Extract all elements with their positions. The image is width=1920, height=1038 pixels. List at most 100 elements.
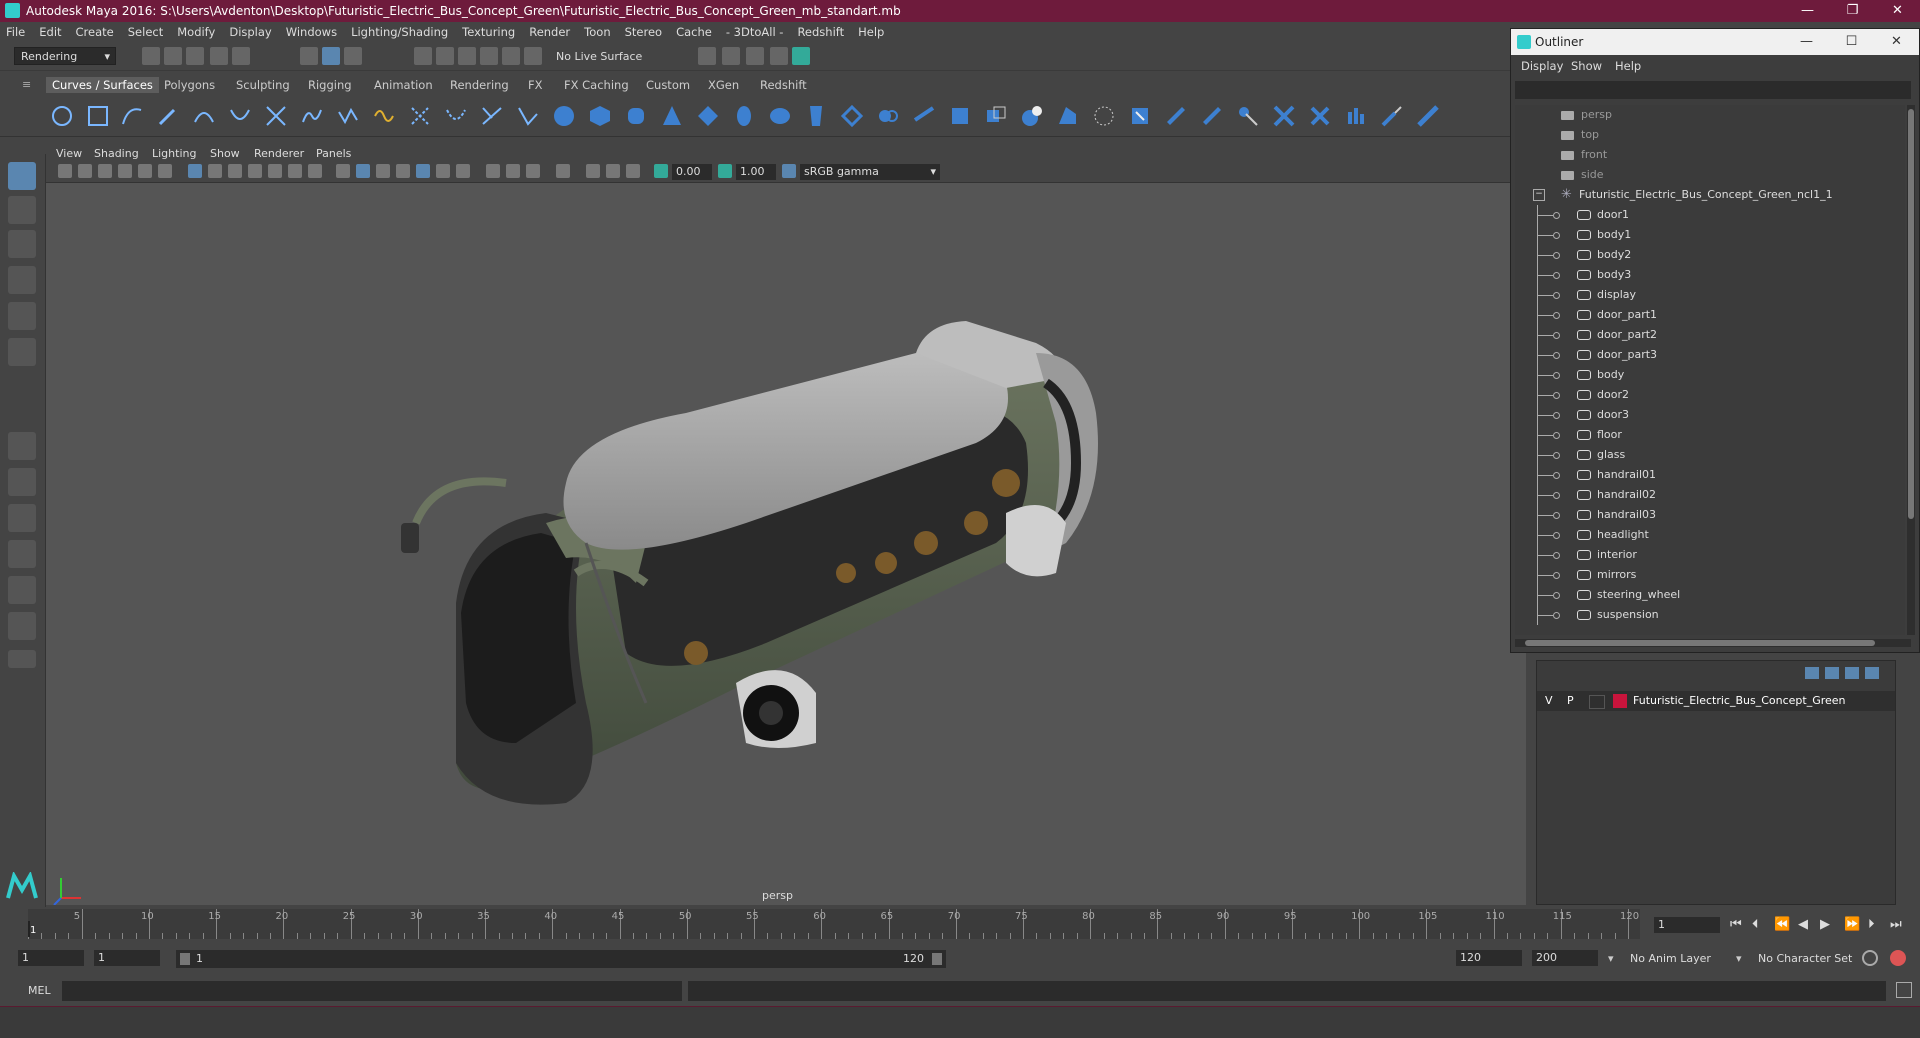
layer-color-swatch[interactable] — [1613, 694, 1627, 708]
hypershade-persp-layout-icon[interactable] — [8, 576, 36, 604]
expand-dot-icon[interactable] — [1553, 272, 1560, 279]
render-view-icon[interactable] — [698, 47, 716, 65]
extrude-icon[interactable] — [912, 104, 936, 128]
outliner-item-mesh[interactable]: body2 — [1515, 245, 1905, 265]
range-start-handle[interactable] — [180, 953, 190, 965]
gamma-field[interactable]: 1.00 — [736, 164, 776, 180]
outliner-item-mesh[interactable]: handrail03 — [1515, 505, 1905, 525]
command-input[interactable] — [62, 981, 682, 1001]
step-forward-frame-icon[interactable]: ⏵ — [1868, 917, 1875, 932]
nurbs-square-icon[interactable] — [86, 104, 110, 128]
smooth-shade-icon[interactable] — [356, 164, 370, 178]
film-gate-icon[interactable] — [208, 164, 222, 178]
render-current-icon[interactable] — [722, 47, 740, 65]
tab-polygons[interactable]: Polygons — [164, 78, 215, 92]
menu-file[interactable]: File — [6, 25, 25, 39]
viewport-persp[interactable]: persp — [46, 183, 1526, 905]
outliner-menu-help[interactable]: Help — [1615, 59, 1641, 73]
animation-end-field[interactable]: 200 — [1532, 950, 1598, 966]
outliner-item-mesh[interactable]: suspension — [1515, 605, 1905, 625]
display-layer-row[interactable]: V P Futuristic_Electric_Bus_Concept_Gree… — [1537, 691, 1895, 711]
loft-icon[interactable] — [840, 104, 864, 128]
current-frame-field[interactable]: 1 — [1654, 917, 1720, 933]
curve-attach-icon[interactable] — [336, 104, 360, 128]
preferences-icon[interactable] — [1890, 950, 1906, 966]
script-language-label[interactable]: MEL — [28, 984, 51, 997]
outliner-item-mesh[interactable]: door_part3 — [1515, 345, 1905, 365]
outliner-item-mesh[interactable]: body3 — [1515, 265, 1905, 285]
nurbs-circle-icon[interactable] — [50, 104, 74, 128]
move-layer-down-icon[interactable] — [1825, 667, 1839, 679]
use-all-lights-icon[interactable] — [436, 164, 450, 178]
ipr-render-icon[interactable] — [746, 47, 764, 65]
move-tool-icon[interactable] — [8, 266, 36, 294]
expand-dot-icon[interactable] — [1553, 412, 1560, 419]
snap-vertex-icon[interactable] — [524, 47, 542, 65]
single-perspective-layout-icon[interactable] — [8, 432, 36, 460]
tab-fx-caching[interactable]: FX Caching — [564, 78, 629, 92]
nurbs-sphere-icon[interactable] — [552, 104, 576, 128]
pencil-curve-icon[interactable] — [156, 104, 180, 128]
bezier-curve-icon[interactable] — [228, 104, 252, 128]
expand-dot-icon[interactable] — [1553, 212, 1560, 219]
square-surface-icon[interactable] — [1056, 104, 1080, 128]
untrim-icon[interactable] — [1236, 104, 1260, 128]
outliner-item-mesh[interactable]: display — [1515, 285, 1905, 305]
panel-menu-view[interactable]: View — [56, 147, 82, 160]
nurbs-cylinder-icon[interactable] — [624, 104, 648, 128]
xray-components-icon[interactable] — [626, 164, 640, 178]
grease-pencil-icon[interactable] — [158, 164, 172, 178]
outliner-item-mesh[interactable]: mirrors — [1515, 565, 1905, 585]
redo-icon[interactable] — [232, 47, 250, 65]
curve-intersect-icon[interactable] — [264, 104, 288, 128]
outliner-item-mesh[interactable]: door3 — [1515, 405, 1905, 425]
playback-end-field[interactable]: 120 — [1456, 950, 1522, 966]
birail-icon[interactable] — [948, 104, 972, 128]
rotate-tool-icon[interactable] — [8, 302, 36, 330]
outliner-vertical-scroll-thumb[interactable] — [1908, 109, 1914, 519]
expand-dot-icon[interactable] — [1553, 512, 1560, 519]
shadows-icon[interactable] — [456, 164, 470, 178]
xray-joints-icon[interactable] — [606, 164, 620, 178]
collapse-icon[interactable]: − — [1533, 189, 1545, 201]
camera-attributes-icon[interactable] — [78, 164, 92, 178]
nurbs-cone-icon[interactable] — [660, 104, 684, 128]
save-scene-icon[interactable] — [186, 47, 204, 65]
menu-toon[interactable]: Toon — [584, 25, 610, 39]
new-layer-icon[interactable] — [1845, 667, 1859, 679]
nurbs-plane-icon[interactable] — [696, 104, 720, 128]
range-end-handle[interactable] — [932, 953, 942, 965]
mode-dropdown[interactable]: Rendering ▾ — [14, 47, 116, 65]
paint-select-tool-icon[interactable] — [8, 230, 36, 258]
expand-dot-icon[interactable] — [1553, 232, 1560, 239]
expand-dot-icon[interactable] — [1553, 392, 1560, 399]
outliner-item-mesh[interactable]: glass — [1515, 445, 1905, 465]
expand-dot-icon[interactable] — [1553, 472, 1560, 479]
snap-surface-icon[interactable] — [502, 47, 520, 65]
persp-outliner-layout-icon[interactable] — [8, 504, 36, 532]
curve-extend-icon[interactable] — [480, 104, 504, 128]
expand-dot-icon[interactable] — [1553, 372, 1560, 379]
outliner-search-input[interactable] — [1515, 81, 1911, 99]
snap-view-icon[interactable] — [480, 47, 498, 65]
nurbs-torus-icon[interactable] — [732, 104, 756, 128]
exposure-icon[interactable] — [654, 164, 668, 178]
outliner-item-camera[interactable]: top — [1515, 125, 1905, 145]
outliner-item-mesh[interactable]: body1 — [1515, 225, 1905, 245]
select-tool-icon[interactable] — [8, 162, 36, 190]
select-component-icon[interactable] — [344, 47, 362, 65]
outliner-item-mesh[interactable]: floor — [1515, 425, 1905, 445]
playback-start-field[interactable]: 1 — [94, 950, 160, 966]
use-default-material-icon[interactable] — [376, 164, 390, 178]
outliner-item-mesh[interactable]: door2 — [1515, 385, 1905, 405]
outliner-menu-display[interactable]: Display — [1521, 59, 1563, 73]
expand-dot-icon[interactable] — [1553, 612, 1560, 619]
outliner-menu-show[interactable]: Show — [1571, 59, 1602, 73]
panel-menu-lighting[interactable]: Lighting — [152, 147, 196, 160]
time-ruler[interactable]: 5 10 15 20 25 30 35 40 45 50 55 60 65 70 75 80 85 90 95 100… — [28, 909, 1640, 939]
shelf-menu-icon[interactable]: ≡ — [22, 78, 31, 91]
outliner-horizontal-scrollbar[interactable] — [1515, 639, 1911, 647]
menu-select[interactable]: Select — [128, 25, 163, 39]
detach-surfaces-icon[interactable] — [1308, 104, 1332, 128]
menu-texturing[interactable]: Texturing — [462, 25, 515, 39]
